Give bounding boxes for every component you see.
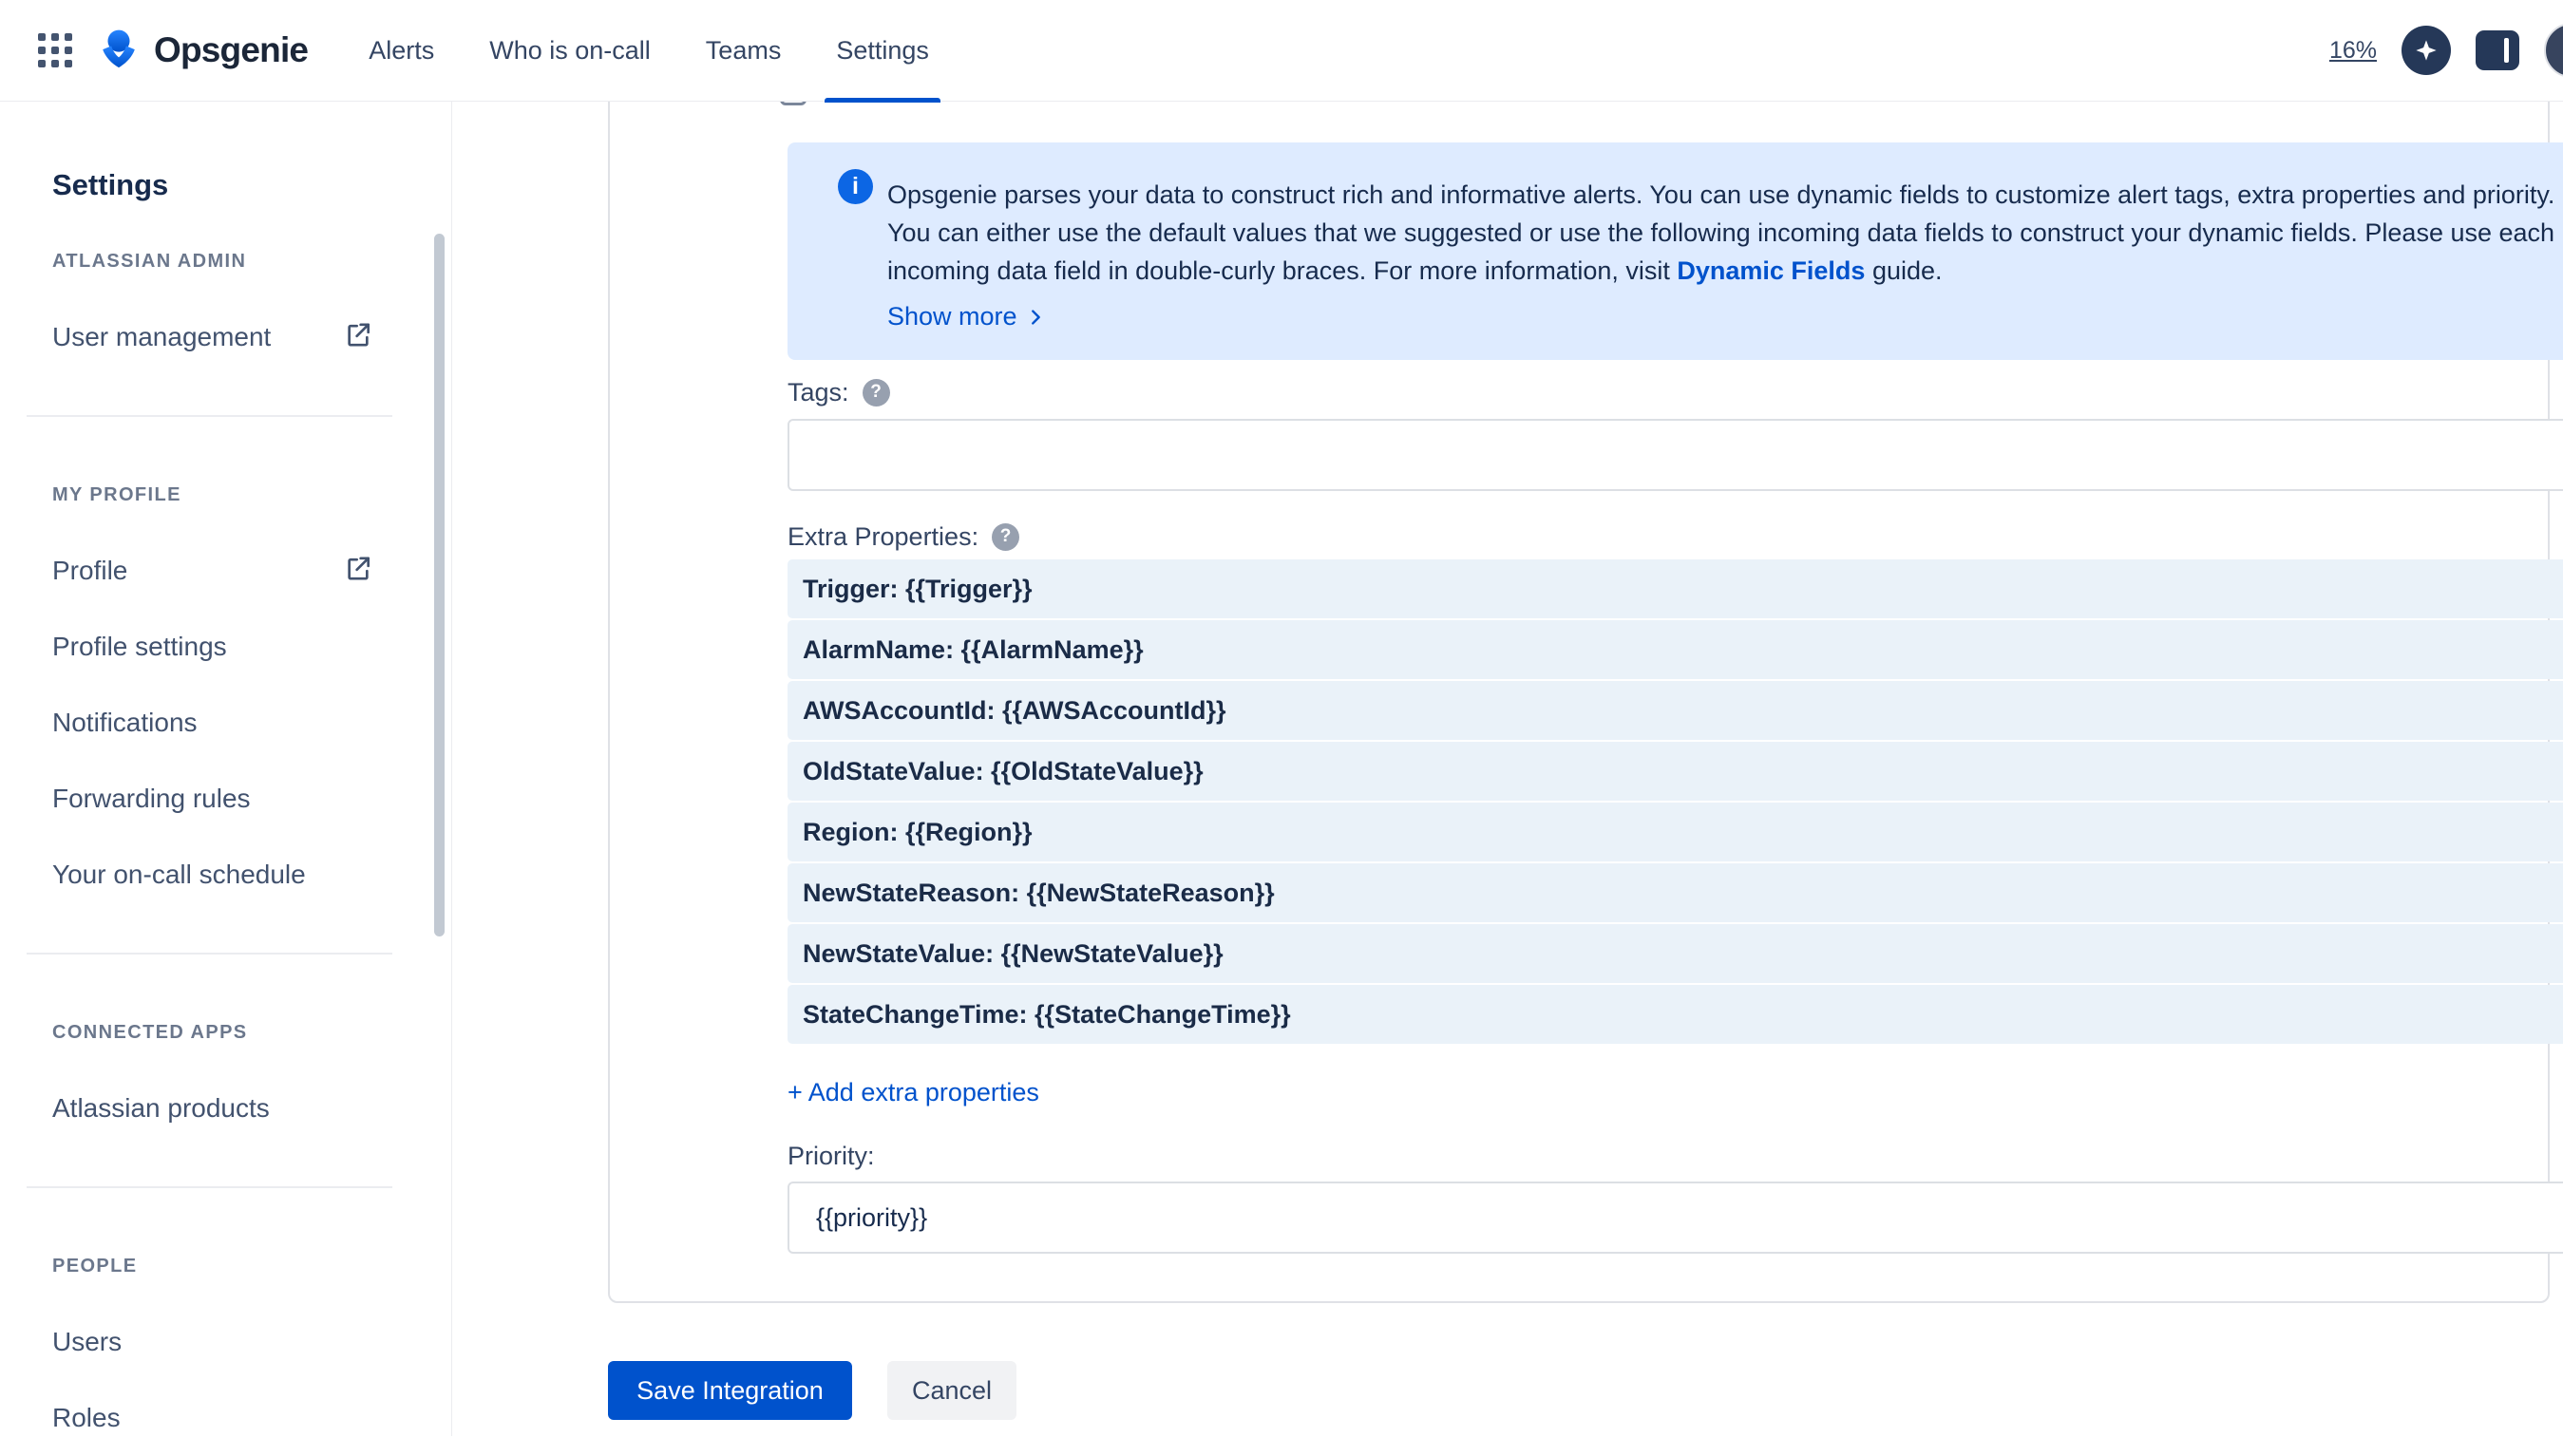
avatar[interactable] [2544, 23, 2563, 78]
extra-property-row: NewStateReason: {{NewStateReason}} ✕ [788, 863, 2563, 922]
chevron-right-icon [1025, 307, 1046, 328]
extra-property-row: AWSAccountId: {{AWSAccountId}} ✕ [788, 681, 2563, 740]
nav-teams[interactable]: Teams [702, 0, 786, 102]
opsgenie-logo-icon [97, 27, 141, 75]
sidebar-item-roles[interactable]: Roles [52, 1380, 451, 1456]
sidebar-divider [27, 1186, 392, 1188]
sidebar-item-forwarding-rules[interactable]: Forwarding rules [52, 761, 451, 837]
trial-progress-link[interactable]: 16% [2329, 37, 2377, 65]
info-banner-text: Opsgenie parses your data to construct r… [887, 176, 2563, 290]
info-icon: i [838, 169, 873, 204]
sidebar-item-atlassian-products[interactable]: Atlassian products [52, 1070, 451, 1146]
priority-select[interactable]: {{priority}} [788, 1182, 2563, 1254]
integration-settings-content: i Opsgenie parses your data to construct… [453, 102, 2563, 1436]
extra-property-row: StateChangeTime: {{StateChangeTime}} ✕ [788, 985, 2563, 1044]
section-my-profile: MY PROFILE [52, 484, 181, 506]
quickstart-compass-icon[interactable] [2402, 26, 2451, 75]
sidebar-item-profile[interactable]: Profile [52, 533, 451, 609]
settings-sidebar: Settings ATLASSIAN ADMIN User management… [0, 102, 452, 1436]
section-connected-apps: CONNECTED APPS [52, 1022, 248, 1044]
extra-property-row: OldStateValue: {{OldStateValue}} ✕ [788, 742, 2563, 801]
sidebar-divider [27, 953, 392, 955]
help-icon[interactable]: ? [992, 523, 1019, 551]
topbar-right-actions: 16% [2329, 23, 2563, 78]
extra-property-row: AlarmName: {{AlarmName}} ✕ [788, 620, 2563, 679]
extra-property-row: Trigger: {{Trigger}} ✕ [788, 559, 2563, 618]
sidebar-item-profile-settings[interactable]: Profile settings [52, 609, 451, 685]
sidebar-title: Settings [52, 168, 168, 202]
extra-properties-list: Trigger: {{Trigger}} ✕ AlarmName: {{Alar… [788, 559, 2563, 1046]
sidebar-item-user-management[interactable]: User management [52, 299, 451, 375]
info-banner: i Opsgenie parses your data to construct… [788, 142, 2563, 360]
section-atlassian-admin: ATLASSIAN ADMIN [52, 251, 246, 273]
nav-who-is-on-call[interactable]: Who is on-call [485, 0, 655, 102]
nav-alerts[interactable]: Alerts [365, 0, 438, 102]
top-navigation-bar: Opsgenie Alerts Who is on-call Teams Set… [0, 0, 2563, 102]
tags-field-label: Tags: ? [788, 373, 890, 411]
nav-settings[interactable]: Settings [832, 0, 933, 102]
extra-property-row: Region: {{Region}} ✕ [788, 803, 2563, 861]
save-integration-button[interactable]: Save Integration [608, 1361, 852, 1420]
sidebar-scrollbar[interactable] [434, 234, 445, 936]
show-more-link[interactable]: Show more [887, 302, 1046, 331]
tags-input[interactable] [788, 419, 2563, 491]
dynamic-fields-link[interactable]: Dynamic Fields [1677, 256, 1865, 285]
extra-property-row: NewStateValue: {{NewStateValue}} ✕ [788, 924, 2563, 983]
add-extra-properties-link[interactable]: + Add extra properties [788, 1073, 1039, 1111]
sidebar-divider [27, 415, 392, 417]
external-link-icon [343, 554, 373, 589]
sidebar-item-users[interactable]: Users [52, 1304, 451, 1380]
external-link-icon [343, 320, 373, 355]
sidebar-item-notifications[interactable]: Notifications [52, 685, 451, 761]
info-suffix: guide. [1872, 256, 1943, 285]
primary-nav: Alerts Who is on-call Teams Settings [365, 0, 980, 102]
integration-form-panel: i Opsgenie parses your data to construct… [608, 83, 2550, 1303]
section-people: PEOPLE [52, 1256, 138, 1277]
opsgenie-brand[interactable]: Opsgenie [97, 27, 308, 75]
help-icon[interactable]: ? [863, 379, 890, 407]
priority-field-label: Priority: [788, 1137, 875, 1175]
extra-properties-label: Extra Properties: ? [788, 518, 1019, 556]
brand-name: Opsgenie [154, 30, 308, 70]
cancel-button[interactable]: Cancel [887, 1361, 1016, 1420]
sidebar-item-your-on-call-schedule[interactable]: Your on-call schedule [52, 837, 451, 913]
side-panel-icon[interactable] [2476, 30, 2519, 70]
app-switcher-icon[interactable] [38, 33, 72, 67]
